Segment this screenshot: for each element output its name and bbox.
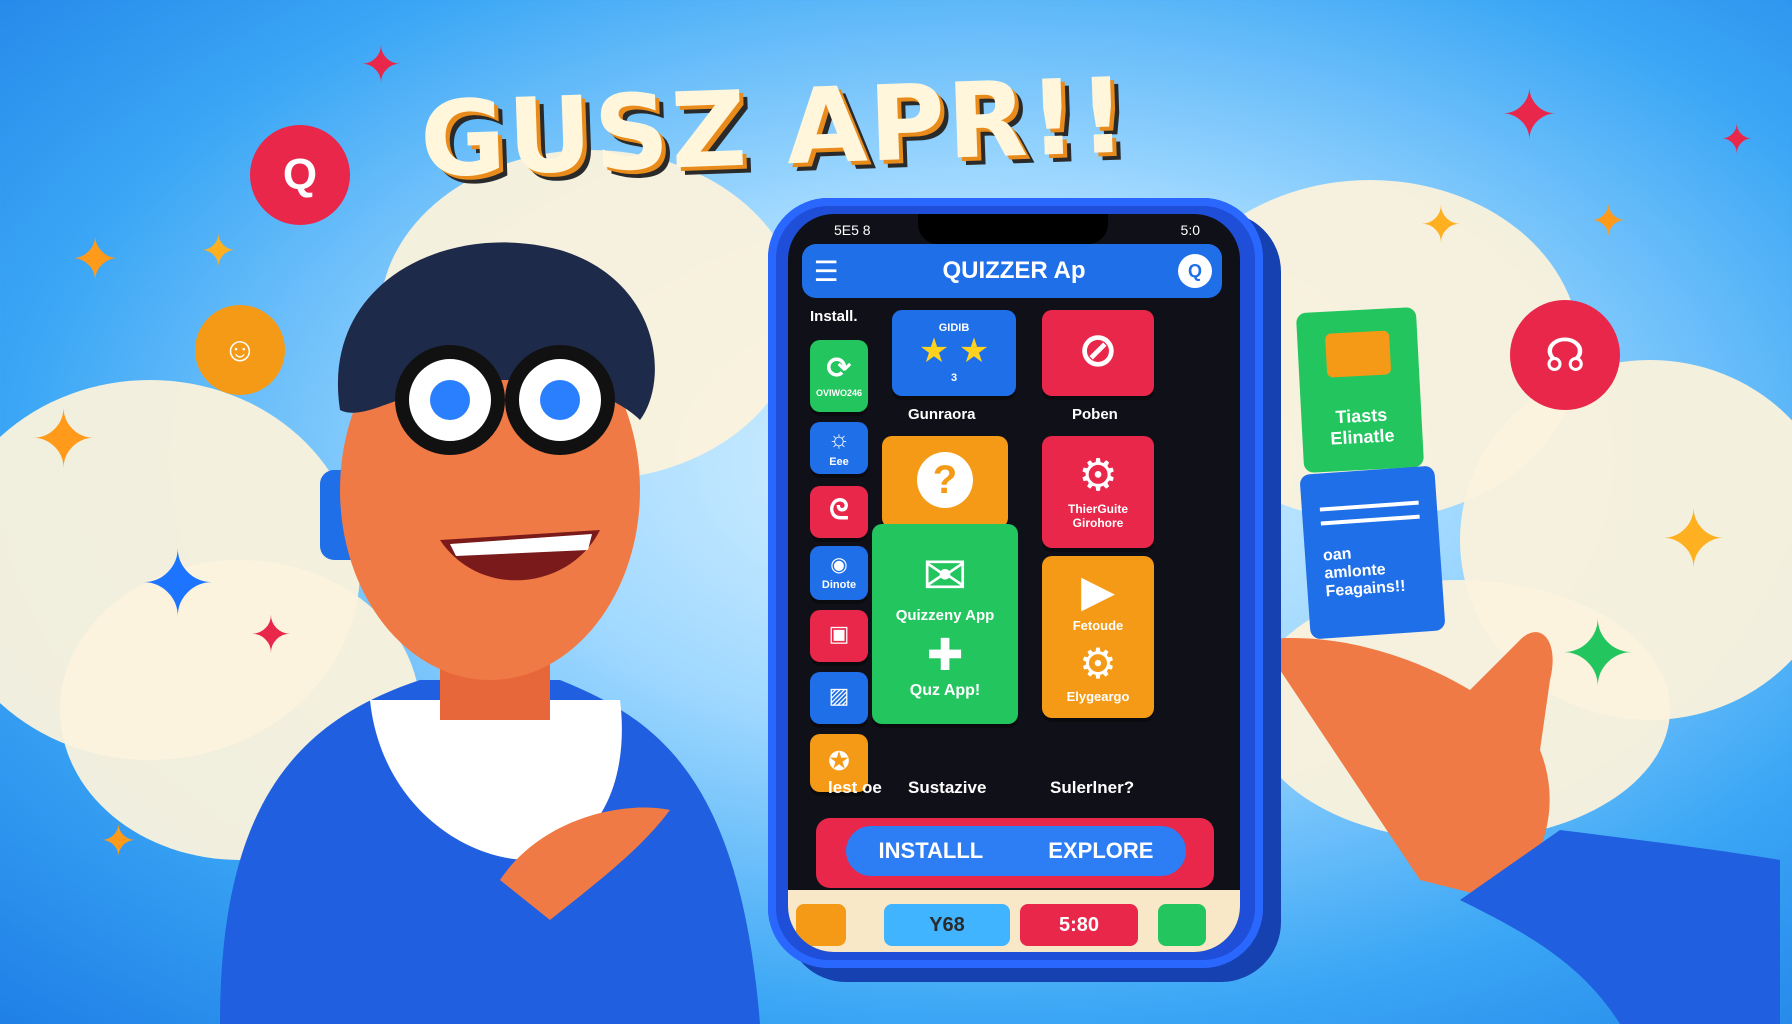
pointing-hand [1260, 632, 1780, 1024]
pill-green [1158, 904, 1206, 946]
bulb-icon: ✪ [828, 746, 850, 776]
search-icon[interactable]: Q [1178, 254, 1212, 288]
tile-left-blue[interactable]: ☼ Eee [810, 422, 868, 474]
bubble-line-divider [1320, 514, 1420, 526]
side-speech-bubble: oan amlonte Feagains!! [1299, 465, 1446, 640]
tile-caption: Elygeargo [1066, 689, 1130, 704]
tile-left-purple[interactable]: ◉ Dinote [810, 546, 868, 600]
sparkle-icon: ✦ [30, 395, 98, 484]
cartoon-person [220, 242, 760, 1024]
row-label-1: lest oe [828, 778, 882, 797]
sparkle-icon: ✦ [70, 226, 121, 293]
swirl-icon: ᘓ [829, 494, 849, 525]
tile-caption: ThierGuite [1067, 502, 1128, 516]
tile-caption: Eee [829, 456, 849, 468]
tile-question[interactable]: ? [882, 436, 1008, 528]
sparkle-icon: ✦ [1590, 197, 1627, 246]
ban-icon: ⊘ [1077, 324, 1119, 377]
tile-left-red[interactable]: ᘓ [810, 486, 868, 538]
sparkle-icon: ✦ [1660, 495, 1728, 584]
tile-ban[interactable]: ⊘ [1042, 310, 1154, 396]
hamburger-icon[interactable]: ☰ [802, 255, 850, 288]
tile-quizzeny-app[interactable]: ✉ Quizzeny App ✚ Quz App! [872, 524, 1018, 724]
status-right: 5:0 [1180, 222, 1200, 238]
app-top-bar: ☰ QUIZZER Ap Q [802, 244, 1222, 298]
sun-icon: ☼ [828, 426, 850, 453]
tile-left-red-2[interactable]: ▣ [810, 610, 868, 662]
install-button[interactable]: INSTALLL [879, 838, 984, 864]
tile-red-gear[interactable]: ⚙ ThierGuite Girohore [1042, 436, 1154, 548]
picture-icon: ▨ [828, 683, 850, 708]
photo-icon: ▣ [828, 621, 850, 646]
question-icon: ? [917, 452, 973, 508]
tile-caption: Fetoude [1072, 618, 1124, 633]
phone-notch [918, 214, 1108, 244]
stars-caption: Gunraora [908, 406, 976, 423]
tile-left-blue-2[interactable]: ▨ [810, 672, 868, 724]
sparkle-icon: ✦ [1500, 76, 1559, 154]
sparkle-icon: ✦ [360, 37, 402, 93]
gear-icon: ⚙ [1079, 640, 1117, 687]
ban-caption: Poben [1072, 406, 1118, 423]
card-image-icon [1325, 330, 1392, 378]
tile-caption: Quz App! [909, 681, 981, 699]
refresh-icon: ⟳ [826, 352, 852, 385]
plus-icon: ✚ [926, 630, 964, 680]
explore-button[interactable]: EXPLORE [1048, 838, 1153, 864]
tile-caption: Girohore [1072, 516, 1124, 530]
phone-screen: 5E5 8 5:0 ☰ QUIZZER Ap Q Install. ⟳ OVIW… [788, 214, 1240, 952]
row-label-2: Sustazive [908, 778, 987, 797]
tile-caption: Quizzeny App [895, 606, 995, 624]
headphones-bubble-icon: ☊ [1510, 300, 1620, 410]
pill-blue[interactable]: Y68 [884, 904, 1010, 946]
sparkle-icon: ✦ [100, 817, 137, 866]
star-icon: ★ ★ [918, 332, 990, 370]
tile-stars[interactable]: GIDIB ★ ★ 3 [892, 310, 1016, 396]
bubble-line-divider [1319, 500, 1419, 512]
gear-icon: ⚙ [1078, 451, 1118, 500]
tile-left-green[interactable]: ⟳ OVIWO246 [810, 340, 868, 412]
tile-orange-play[interactable]: ▶ Fetoude ⚙ Elygeargo [1042, 556, 1154, 718]
row-label-3: Sulerlner? [1050, 778, 1135, 797]
app-title: QUIZZER Ap [942, 257, 1086, 284]
install-label: Install. [810, 308, 858, 325]
sparkle-icon: ✦ [1720, 118, 1754, 162]
mail-icon: ✉ [922, 545, 968, 606]
status-left: 5E5 8 [834, 222, 871, 238]
sparkle-icon: ✦ [1420, 197, 1462, 253]
pill-red[interactable]: 5:80 [1020, 904, 1138, 946]
tile-stars-count: 3 [950, 372, 958, 384]
phone-device: 5E5 8 5:0 ☰ QUIZZER Ap Q Install. ⟳ OVIW… [768, 198, 1263, 968]
play-icon: ▶ [1081, 567, 1115, 616]
side-card-green: Tiasts Elinatle [1295, 306, 1425, 474]
install-explore-button[interactable]: INSTALLL EXPLORE [846, 826, 1186, 876]
tile-caption: Dinote [821, 579, 857, 591]
pill-orange [796, 904, 846, 946]
eye-icon: ◉ [830, 554, 848, 576]
tile-caption: OVIWO246 [815, 388, 862, 398]
